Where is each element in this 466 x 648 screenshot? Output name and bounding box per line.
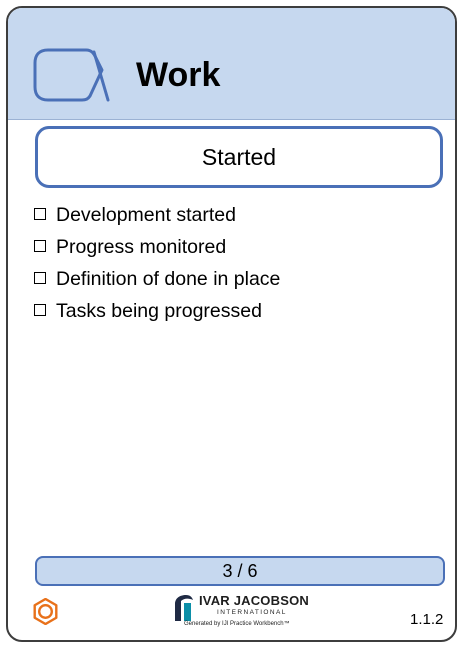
version-number: 1.1.2	[410, 611, 444, 628]
checkbox[interactable]	[34, 272, 46, 284]
checkbox[interactable]	[34, 208, 46, 220]
alpha-card: Work Started Development started Progres…	[6, 6, 457, 642]
logo-name: IVAR JACOBSON	[199, 593, 309, 608]
alpha-icon	[33, 48, 110, 102]
generated-by-note: Generated by IJI Practice Workbench™	[184, 621, 290, 627]
checklist: Development started Progress monitored D…	[34, 199, 280, 327]
checkbox[interactable]	[34, 304, 46, 316]
logo-subtitle: INTERNATIONAL	[217, 609, 287, 616]
checklist-item: Progress monitored	[34, 231, 280, 263]
checklist-item: Tasks being progressed	[34, 295, 280, 327]
checkbox[interactable]	[34, 240, 46, 252]
checklist-item-label: Development started	[56, 204, 236, 226]
card-title: Work	[136, 56, 221, 94]
ivar-jacobson-logo-icon	[175, 595, 193, 621]
ivar-jacobson-logo: IVAR JACOBSON INTERNATIONAL Generated by…	[172, 591, 322, 631]
gear-icon[interactable]	[32, 598, 59, 625]
state-progress-indicator: 3 / 6	[35, 556, 445, 586]
checklist-item-label: Definition of done in place	[56, 268, 281, 290]
checklist-item: Definition of done in place	[34, 263, 280, 295]
checklist-item-label: Tasks being progressed	[56, 300, 262, 322]
checklist-item: Development started	[34, 199, 280, 231]
card-header: Work	[8, 8, 455, 120]
state-name: Started	[35, 126, 443, 188]
checklist-item-label: Progress monitored	[56, 236, 227, 258]
